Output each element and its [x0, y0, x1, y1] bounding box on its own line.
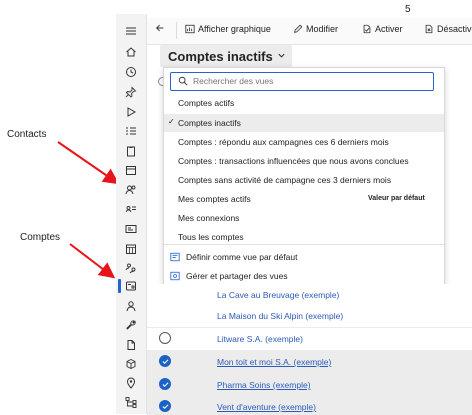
checkmark-icon — [162, 359, 169, 365]
clipboard-icon[interactable] — [124, 144, 138, 158]
arrow-comptes — [69, 243, 116, 279]
show-chart-button[interactable]: Afficher graphique — [185, 24, 271, 34]
view-option-label: Comptes : répondu aux campagnes ces 6 de… — [178, 137, 389, 147]
pin-icon[interactable] — [124, 85, 138, 99]
active-nav-indicator — [118, 279, 121, 293]
account-name-link[interactable]: Pharma Soins (exemple) — [217, 380, 311, 390]
back-button[interactable] — [155, 23, 165, 33]
view-option-label: Comptes inactifs — [178, 118, 241, 128]
view-option-label: Mes comptes actifs — [178, 194, 251, 204]
view-option-label: Comptes sans activité de campagne ces 3 … — [178, 175, 392, 185]
calendar-grid-icon[interactable] — [124, 242, 138, 256]
view-option-label: Comptes : transactions influencées que n… — [178, 156, 409, 166]
arrow-contacts — [57, 141, 120, 185]
play-icon[interactable] — [124, 105, 138, 119]
show-chart-label: Afficher graphique — [198, 24, 271, 34]
view-dropdown: Comptes actifs ✓ Comptes inactifs Compte… — [163, 67, 445, 290]
table-row-selected[interactable]: Mon toit et moi S.A. (exemple) — [147, 351, 472, 374]
checkmark-icon: ✓ — [168, 117, 175, 126]
chevron-down-icon — [278, 53, 285, 58]
deactivate-button[interactable]: Désactive — [424, 24, 472, 34]
back-arrow-icon — [156, 24, 164, 32]
table-row[interactable]: La Maison du Ski Alpin (exemple) — [147, 305, 472, 328]
deactivate-label: Désactive — [437, 24, 472, 34]
pencil-icon — [294, 24, 303, 33]
activate-document-icon — [363, 24, 371, 34]
view-option[interactable]: Comptes : transactions influencées que n… — [164, 152, 444, 170]
contacts-people-icon[interactable] — [124, 183, 138, 197]
search-icon — [178, 76, 188, 86]
hamburger-menu-icon[interactable] — [124, 24, 138, 38]
account-name-link[interactable]: La Cave au Breuvage (exemple) — [217, 290, 339, 300]
view-option-label: Mes connexions — [178, 213, 240, 223]
account-name-link[interactable]: Vent d'aventure (exemple) — [217, 402, 316, 412]
activate-button[interactable]: Activer — [362, 24, 403, 34]
people-share-icon[interactable] — [124, 261, 138, 275]
tasks-list-icon[interactable] — [124, 124, 138, 138]
view-option[interactable]: Comptes actifs — [164, 94, 444, 112]
search-views-input[interactable] — [193, 74, 423, 88]
set-default-view-action[interactable]: Définir comme vue par défaut — [164, 248, 444, 266]
chart-icon — [185, 24, 195, 34]
hierarchy-icon[interactable] — [124, 395, 138, 409]
home-icon[interactable] — [124, 45, 138, 59]
deactivate-document-icon — [425, 24, 433, 34]
dropdown-divider — [164, 244, 444, 245]
row-select-toggle[interactable] — [159, 355, 171, 367]
location-icon[interactable] — [124, 376, 138, 390]
view-option-selected[interactable]: ✓ Comptes inactifs — [164, 114, 444, 132]
view-option[interactable]: Comptes sans activité de campagne ces 3 … — [164, 171, 444, 189]
account-name-link[interactable]: Mon toit et moi S.A. (exemple) — [217, 357, 331, 367]
row-select-toggle[interactable] — [159, 378, 171, 390]
document-icon[interactable] — [124, 338, 138, 352]
table-row-selected[interactable]: Pharma Soins (exemple) — [147, 374, 472, 397]
table-row[interactable]: Litware S.A. (exemple) — [147, 328, 472, 351]
edit-button[interactable]: Modifier — [293, 24, 338, 34]
view-option-label: Comptes actifs — [178, 98, 235, 108]
search-views-box[interactable] — [170, 72, 434, 91]
manage-views-action[interactable]: Gérer et partager des vues — [164, 267, 444, 285]
manage-views-label: Gérer et partager des vues — [186, 271, 288, 281]
row-select-toggle[interactable] — [159, 332, 171, 344]
calendar-icon[interactable] — [124, 163, 138, 177]
recent-clock-icon[interactable] — [124, 65, 138, 79]
activate-label: Activer — [375, 24, 403, 34]
checkmark-icon — [162, 382, 169, 388]
account-name-link[interactable]: La Maison du Ski Alpin (exemple) — [217, 311, 343, 321]
accounts-icon[interactable] — [124, 279, 138, 293]
manage-views-icon — [170, 271, 180, 281]
edit-label: Modifier — [306, 24, 339, 34]
toolbar-divider — [176, 22, 177, 39]
table-row-selected[interactable]: Vent d'aventure (exemple) — [147, 396, 472, 415]
account-name-link[interactable]: Litware S.A. (exemple) — [217, 334, 303, 344]
products-box-icon[interactable] — [124, 357, 138, 371]
contact-card-icon[interactable] — [124, 202, 138, 216]
view-option[interactable]: Comptes : répondu aux campagnes ces 6 de… — [164, 133, 444, 151]
set-default-label: Définir comme vue par défaut — [186, 252, 298, 262]
set-default-icon — [170, 252, 180, 262]
view-option[interactable]: Mes comptes actifs Valeur par défaut — [164, 190, 444, 208]
view-selector[interactable]: Comptes inactifs — [160, 45, 292, 67]
default-view-badge: Valeur par défaut — [368, 195, 425, 202]
view-option-label: Tous les comptes — [178, 232, 244, 242]
nav-rail — [116, 14, 147, 414]
view-title: Comptes inactifs — [168, 49, 273, 64]
command-bar: Afficher graphique Modifier Activer Désa… — [147, 18, 472, 45]
view-option[interactable]: Mes connexions — [164, 209, 444, 227]
row-select-toggle[interactable] — [159, 400, 171, 412]
id-card-icon[interactable] — [124, 222, 138, 236]
table-row[interactable]: La Cave au Breuvage (exemple) — [147, 284, 472, 307]
wrench-icon[interactable] — [124, 318, 138, 332]
person-icon[interactable] — [124, 299, 138, 313]
checkmark-icon — [162, 404, 169, 410]
